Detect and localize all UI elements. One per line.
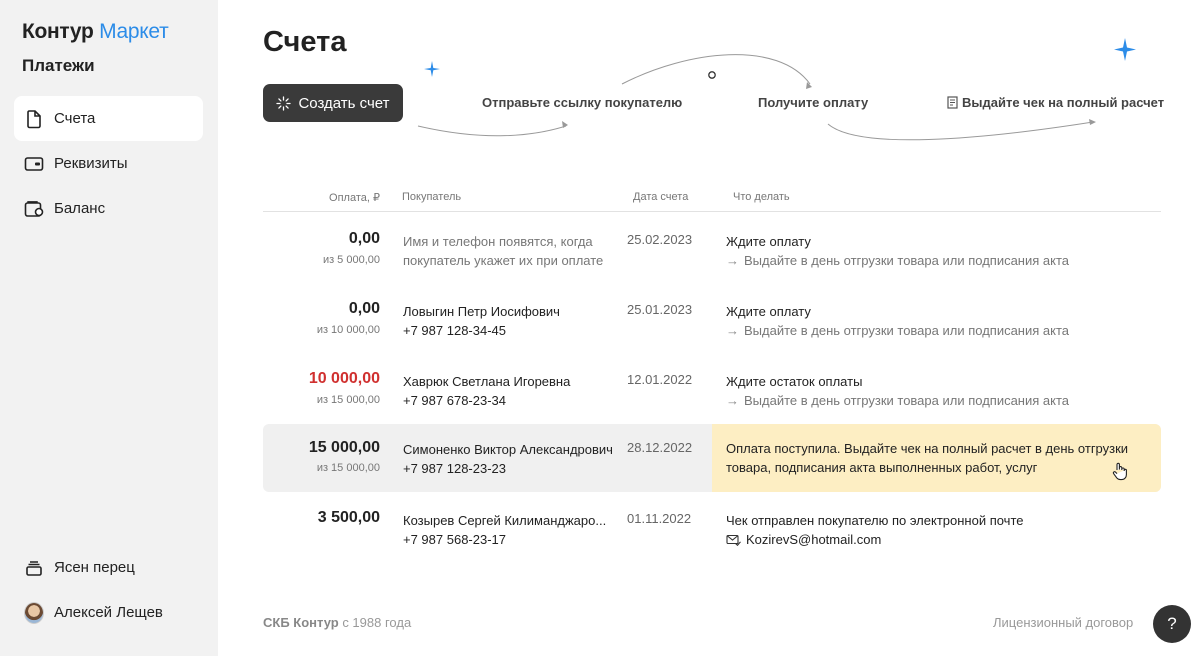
todo-status: Ждите оплату	[726, 304, 811, 319]
buyer-email[interactable]: KozirevS@hotmail.com	[746, 530, 881, 549]
sidebar-item-label: Ясен перец	[54, 559, 135, 576]
buyer-name: Козырев Сергей Килиманджаро...	[403, 513, 607, 528]
company-since: с 1988 года	[338, 615, 412, 630]
buyer-name: Ловыгин Петр Иосифович	[403, 304, 560, 319]
section-title: Платежи	[22, 56, 95, 75]
buyer-name: Хаврюк Светлана Игоревна	[403, 374, 571, 389]
buyer-name: Симоненко Виктор Александрович	[403, 442, 613, 457]
document-icon	[24, 109, 44, 129]
step-issue-receipt-label: Выдайте чек на полный расчет	[962, 95, 1165, 110]
hand-cursor-icon	[1112, 462, 1128, 486]
company-name: СКБ Контур	[263, 615, 339, 630]
amount-total: из 5 000,00	[322, 254, 380, 266]
buyer-phone: +7 987 128-34-45	[403, 323, 507, 338]
buyer-line2: покупатель укажет их при оплате	[403, 253, 604, 268]
sidebar-item-user[interactable]: Алексей Лещев	[14, 590, 203, 635]
help-button[interactable]: ?	[1153, 605, 1191, 643]
todo: Ждите оплату → Выдайте в день отгрузки то…	[726, 302, 1156, 340]
amount: 15 000,00	[308, 439, 380, 456]
buyer-phone: +7 987 678-23-34	[403, 393, 507, 408]
step-send-link: Отправьте ссылку покупателю	[482, 95, 683, 110]
logo-main: Контур	[22, 20, 94, 43]
step-get-payment: Получите оплату	[758, 95, 869, 110]
todo-status: Ждите оплату	[726, 234, 811, 249]
invoice-date: 12.01.2022	[627, 372, 693, 387]
sidebar-item-organization[interactable]: Ясен перец	[14, 545, 203, 590]
logo-accent: Маркет	[99, 20, 169, 43]
step-issue-receipt: Выдайте чек на полный расчет	[947, 95, 1164, 110]
buyer-phone: +7 987 128-23-23	[403, 461, 507, 476]
amount: 0,00	[348, 300, 380, 317]
payment-received-notice[interactable]: Оплата поступила. Выдайте чек на полный …	[712, 424, 1161, 492]
arrow-right-icon: →	[726, 323, 739, 338]
invoice-date: 01.11.2022	[627, 511, 692, 526]
invoice-date: 25.02.2023	[627, 232, 693, 247]
todo-status: Ждите остаток оплаты	[726, 374, 863, 389]
logo[interactable]: Контур Маркет	[22, 20, 169, 44]
user-name: Алексей Лещев	[54, 604, 163, 621]
buyer-info: Имя и телефон появятся, когда покупатель…	[403, 232, 621, 270]
create-invoice-button[interactable]: Создать счет	[263, 84, 403, 122]
sidebar-item-label: Счета	[54, 110, 96, 127]
buyer-line1: Имя и телефон появятся, когда	[403, 234, 593, 249]
todo-status: Чек отправлен покупателю по электронной …	[726, 513, 1024, 528]
star-icon	[1114, 38, 1136, 61]
footer-company: СКБ Контур с 1988 года	[263, 615, 411, 630]
amount-total: из 15 000,00	[316, 462, 380, 474]
table-row-highlighted[interactable]: 15 000,00 из 15 000,00 Симоненко Виктор …	[263, 424, 1161, 492]
arrow-right-icon: →	[726, 253, 739, 268]
buyer-info: Симоненко Виктор Александрович +7 987 12…	[403, 440, 621, 478]
buyer-info: Хаврюк Светлана Игоревна +7 987 678-23-3…	[403, 372, 621, 410]
sparkle-icon	[276, 95, 292, 111]
sidebar-nav: Счета Реквизиты Баланс	[14, 96, 203, 231]
amount-total: из 15 000,00	[316, 394, 380, 406]
sidebar: Контур Маркет Платежи Счета Реквизиты Ба…	[0, 0, 218, 656]
sidebar-item-label: Реквизиты	[54, 155, 128, 172]
sidebar-bottom: Ясен перец Алексей Лещев	[14, 545, 203, 635]
wallet-icon	[24, 199, 44, 219]
todo-hint: Выдайте в день отгрузки товара или подпи…	[744, 393, 1069, 408]
column-header-amount: Оплата, ₽	[329, 192, 380, 204]
sidebar-item-requisites[interactable]: Реквизиты	[14, 141, 203, 186]
create-invoice-label: Создать счет	[298, 94, 390, 112]
table-row[interactable]: 0,00 из 10 000,00 Ловыгин Петр Иосифович…	[263, 288, 1161, 356]
todo-hint: Выдайте в день отгрузки товара или подпи…	[744, 323, 1069, 338]
buyer-info: Ловыгин Петр Иосифович +7 987 128-34-45	[403, 302, 621, 340]
amount: 3 500,00	[317, 509, 380, 526]
main-content: Счета Создать счет Отправьте ссылку поку…	[218, 0, 1200, 656]
table-row[interactable]: 3 500,00 Козырев Сергей Килиманджаро... …	[263, 497, 1161, 565]
receipt-icon	[947, 96, 958, 109]
wallet-card-icon	[24, 154, 44, 174]
sidebar-item-invoices[interactable]: Счета	[14, 96, 203, 141]
stack-icon	[24, 558, 44, 578]
sidebar-item-balance[interactable]: Баланс	[14, 186, 203, 231]
license-link[interactable]: Лицензионный договор	[993, 615, 1133, 630]
table-header: Оплата, ₽ Покупатель Дата счета Что дела…	[263, 190, 1161, 212]
amount-total: из 10 000,00	[316, 324, 380, 336]
todo-hint: Выдайте в день отгрузки товара или подпи…	[744, 253, 1069, 268]
column-header-buyer: Покупатель	[402, 191, 462, 203]
arrow-right-icon: →	[726, 393, 739, 408]
column-header-todo: Что делать	[733, 191, 790, 203]
page-title: Счета	[263, 26, 347, 58]
todo: Ждите остаток оплаты → Выдайте в день отг…	[726, 372, 1156, 410]
amount: 0,00	[348, 230, 380, 247]
column-header-date: Дата счета	[633, 191, 689, 203]
todo: Чек отправлен покупателю по электронной …	[726, 511, 1156, 549]
invoice-date: 28.12.2022	[627, 440, 693, 455]
buyer-info: Козырев Сергей Килиманджаро... +7 987 56…	[403, 511, 621, 549]
email-sent-icon	[726, 534, 741, 546]
buyer-phone: +7 987 568-23-17	[403, 532, 507, 547]
table-row[interactable]: 0,00 из 5 000,00 Имя и телефон появятся,…	[263, 218, 1161, 286]
avatar	[24, 601, 44, 624]
amount: 10 000,00	[308, 370, 380, 387]
sidebar-item-label: Баланс	[54, 200, 106, 217]
table-row[interactable]: 10 000,00 из 15 000,00 Хаврюк Светлана И…	[263, 358, 1161, 426]
star-icon	[424, 61, 440, 77]
invoice-date: 25.01.2023	[627, 302, 693, 317]
todo: Ждите оплату → Выдайте в день отгрузки то…	[726, 232, 1156, 270]
